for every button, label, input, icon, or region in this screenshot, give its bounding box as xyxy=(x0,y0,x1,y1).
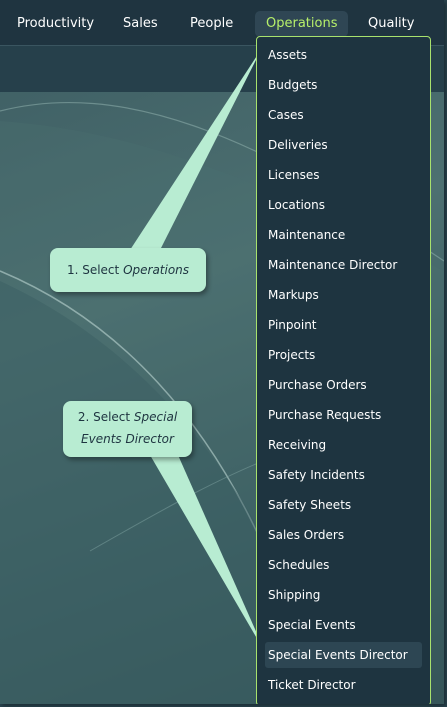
nav-people[interactable]: People xyxy=(179,11,244,37)
nav-operations[interactable]: Operations xyxy=(255,11,348,37)
menu-item-purchase-orders[interactable]: Purchase Orders xyxy=(265,372,422,398)
callout-step-1-target: Operations xyxy=(123,263,190,277)
menu-item-markups[interactable]: Markups xyxy=(265,282,422,308)
nav-sales[interactable]: Sales xyxy=(112,11,169,37)
callout-step-2-line1: 2. Select Special xyxy=(63,406,192,428)
menu-item-special-events-director[interactable]: Special Events Director xyxy=(265,642,422,668)
callout-step-2-prefix: 2. Select xyxy=(77,410,134,424)
menu-item-receiving[interactable]: Receiving xyxy=(265,432,422,458)
menu-item-locations[interactable]: Locations xyxy=(265,192,422,218)
menu-item-cases[interactable]: Cases xyxy=(265,102,422,128)
operations-dropdown-menu: Assets Budgets Cases Deliveries Licenses… xyxy=(256,36,431,704)
nav-quality[interactable]: Quality xyxy=(357,11,425,37)
menu-item-ticket-director[interactable]: Ticket Director xyxy=(265,672,422,698)
menu-item-budgets[interactable]: Budgets xyxy=(265,72,422,98)
menu-item-maintenance[interactable]: Maintenance xyxy=(265,222,422,248)
menu-item-safety-sheets[interactable]: Safety Sheets xyxy=(265,492,422,518)
menu-item-pinpoint[interactable]: Pinpoint xyxy=(265,312,422,338)
callout-step-1-prefix: 1. Select xyxy=(66,263,124,277)
app-frame: Productivity Sales People Operations Qua… xyxy=(0,0,444,704)
menu-item-schedules[interactable]: Schedules xyxy=(265,552,422,578)
menu-item-projects[interactable]: Projects xyxy=(265,342,422,368)
menu-item-maintenance-director[interactable]: Maintenance Director xyxy=(265,252,422,278)
menu-item-purchase-requests[interactable]: Purchase Requests xyxy=(265,402,422,428)
callout-step-2-line2: Events Director xyxy=(63,428,192,450)
callout-step-2-target-line1: Special xyxy=(133,410,178,424)
callout-step-1: 1. Select Operations xyxy=(50,248,206,292)
menu-item-safety-incidents[interactable]: Safety Incidents xyxy=(265,462,422,488)
menu-item-deliveries[interactable]: Deliveries xyxy=(265,132,422,158)
menu-item-sales-orders[interactable]: Sales Orders xyxy=(265,522,422,548)
menu-item-assets[interactable]: Assets xyxy=(265,42,422,68)
callout-step-2-target-line2: Events Director xyxy=(81,432,174,446)
menu-item-special-events[interactable]: Special Events xyxy=(265,612,422,638)
menu-item-licenses[interactable]: Licenses xyxy=(265,162,422,188)
nav-productivity[interactable]: Productivity xyxy=(6,11,105,37)
callout-step-2: 2. Select Special Events Director xyxy=(63,401,192,457)
menu-item-shipping[interactable]: Shipping xyxy=(265,582,422,608)
